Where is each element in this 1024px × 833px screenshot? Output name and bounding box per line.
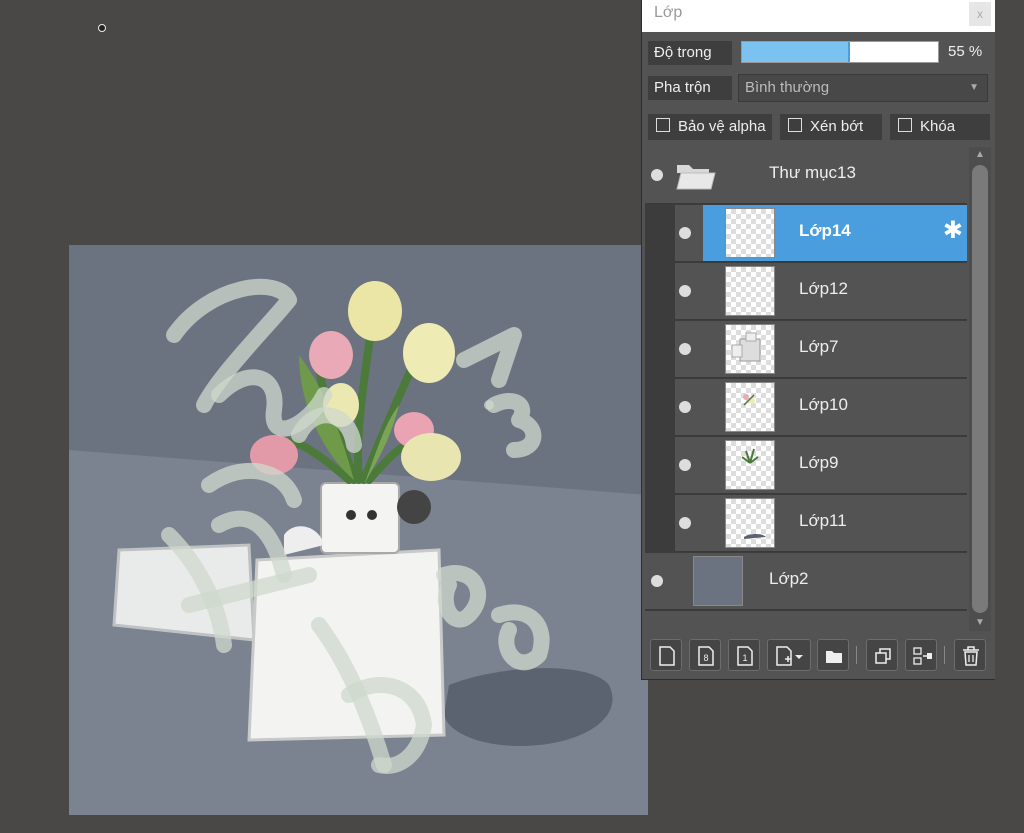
layer-name: Thư mục13 [769,163,856,182]
layer-panel: Lớp x Độ trong 55 % Pha trộn Bình thường… [641,0,995,680]
layer-row[interactable]: Lớp2 [645,553,967,610]
layer-row[interactable]: Lớp10 [675,379,967,436]
checkbox-icon [656,118,670,132]
leaves-thumbnail-icon [741,448,759,464]
lighter-thumbnail-icon [731,332,761,362]
artwork-canvas[interactable] [69,245,648,815]
layer-row[interactable]: Lớp12 [675,263,967,320]
new-8bit-layer-icon: 8 [698,646,714,666]
visibility-eye-icon[interactable] [679,401,691,413]
lock-label: Khóa [920,118,956,135]
merge-layer-button[interactable] [905,639,937,671]
layer-row-content: Lớp10 [703,379,967,435]
blend-mode-select[interactable]: Bình thường ▼ [738,74,988,102]
layer-toolbar: 8 1 [642,636,995,676]
layer-row-content: Lớp11 [703,495,967,551]
clipping-label: Xén bớt [810,118,864,135]
lock-checkbox[interactable]: Khóa [890,114,990,140]
layer-name: Lớp7 [799,337,839,356]
merge-layer-icon [913,647,932,665]
layer-row[interactable]: Lớp14 ✱ [675,205,967,262]
visibility-eye-icon[interactable] [679,343,691,355]
new-folder-button[interactable] [817,639,849,671]
new-folder-icon [826,651,842,663]
layer-row[interactable]: Lớp9 [675,437,967,494]
delete-layer-icon [963,646,979,666]
layer-thumbnail [725,208,775,258]
layer-name: Lớp10 [799,395,848,414]
scrollbar-thumb[interactable] [972,165,988,613]
opacity-slider[interactable] [741,41,939,63]
blend-mode-value: Bình thường [745,79,830,96]
visibility-eye-icon[interactable] [651,575,663,587]
visibility-eye-icon[interactable] [679,517,691,529]
layer-row[interactable]: Lớp7 [675,321,967,378]
gear-icon[interactable]: ✱ [943,219,963,243]
folder-icon [676,165,716,190]
layer-row[interactable]: Lớp11 [675,495,967,552]
visibility-eye-icon[interactable] [679,227,691,239]
layer-thumbnail [693,556,743,606]
chevron-down-icon: ▼ [969,82,979,93]
scroll-down-icon[interactable]: ▼ [969,615,991,631]
layer-folder-row[interactable]: Thư mục13 [645,147,967,204]
checkbox-icon [788,118,802,132]
protect-alpha-checkbox[interactable]: Bảo vệ alpha [648,114,772,140]
delete-layer-button[interactable] [954,639,986,671]
add-layer-dropdown-icon [776,646,803,666]
new-layer-icon [659,646,675,666]
opacity-label: Độ trong [648,41,732,65]
layer-thumbnail [725,382,775,432]
duplicate-layer-button[interactable] [866,639,898,671]
duplicate-layer-icon [875,648,891,664]
layer-row-content: Lớp7 [703,321,967,377]
layer-row-content: Lớp9 [703,437,967,493]
add-layer-dropdown-button[interactable] [767,639,811,671]
visibility-eye-icon[interactable] [679,285,691,297]
protect-alpha-label: Bảo vệ alpha [678,118,766,135]
toolbar-divider [856,646,857,664]
brush-cursor [98,24,106,32]
layer-name: Lớp11 [799,511,847,530]
new-1bit-layer-button[interactable]: 1 [728,639,760,671]
layer-row-content: Lớp14 ✱ [703,205,967,261]
layer-thumbnail [725,498,775,548]
layer-thumbnail [725,440,775,490]
flowers-thumbnail-icon [743,394,755,406]
panel-title-bar[interactable]: Lớp x [642,0,995,32]
layer-name: Lớp2 [769,569,809,588]
checkbox-icon [898,118,912,132]
new-layer-button[interactable] [650,639,682,671]
opacity-slider-fill [742,42,850,62]
layer-list-scrollbar[interactable]: ▲ ▼ [969,147,991,631]
new-1bit-layer-icon: 1 [737,646,753,666]
layer-list[interactable]: Thư mục13 Lớp14 ✱ Lớp12 Lớp7 Lớp10 Lớp9 … [645,147,967,611]
visibility-eye-icon[interactable] [651,169,663,181]
layer-name: Lớp9 [799,453,839,472]
blend-label: Pha trộn [648,76,732,100]
shadow-thumbnail-icon [744,534,766,539]
scroll-up-icon[interactable]: ▲ [969,147,991,163]
layer-name: Lớp14 [799,221,851,240]
new-8bit-layer-button[interactable]: 8 [689,639,721,671]
layer-thumbnail [725,266,775,316]
layer-name: Lớp12 [799,279,848,298]
layer-row-content: Lớp12 [703,263,967,319]
toolbar-divider [944,646,945,664]
svg-text:8: 8 [703,653,708,663]
opacity-value: 55 % [948,43,983,60]
layer-thumbnail [725,324,775,374]
clipping-checkbox[interactable]: Xén bớt [780,114,882,140]
visibility-eye-icon[interactable] [679,459,691,471]
svg-text:1: 1 [742,653,747,663]
close-icon[interactable]: x [969,2,991,26]
panel-title: Lớp [654,4,683,21]
